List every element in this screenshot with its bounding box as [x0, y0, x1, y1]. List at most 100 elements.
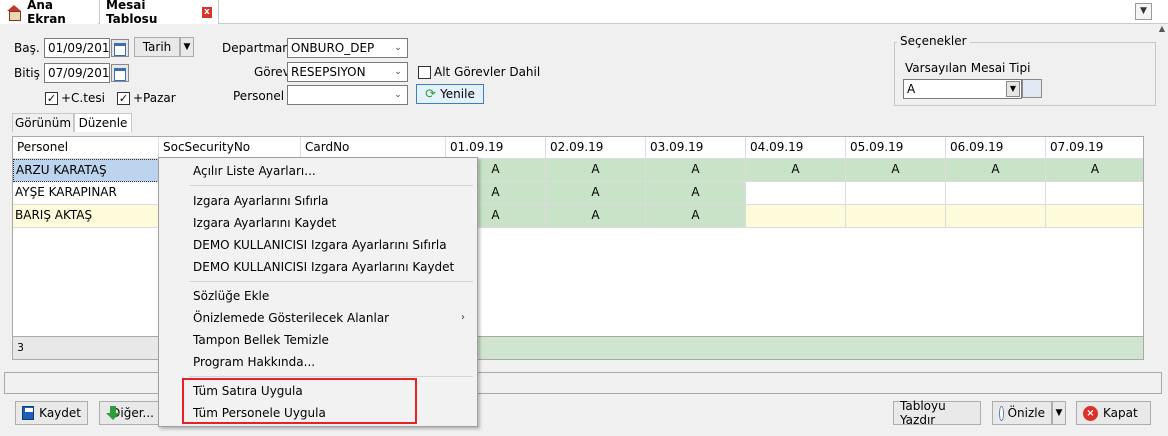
column-header[interactable]: 06.09.19	[946, 137, 1046, 159]
menu-item-preview-fields-label: Önizlemede Gösterilecek Alanlar	[193, 311, 390, 325]
end-date-label: Bitiş	[14, 66, 40, 80]
column-header[interactable]: CardNo	[301, 137, 446, 159]
default-type-value: A	[907, 82, 916, 96]
default-type-label: Varsayılan Mesai Tipi	[905, 61, 1031, 75]
row-count: 3	[13, 336, 159, 359]
shift-cell[interactable]: A	[646, 205, 746, 228]
tab-edit[interactable]: Düzenle	[74, 113, 132, 132]
shift-cell[interactable]	[846, 182, 946, 205]
tab-home[interactable]: Ana Ekran	[0, 0, 98, 26]
chevron-down-icon: ▼	[1006, 81, 1020, 97]
shift-cell[interactable]: A	[546, 205, 646, 228]
column-header[interactable]: Personel	[13, 137, 159, 159]
default-type-select[interactable]: A ▼	[903, 79, 1022, 99]
shift-cell[interactable]	[946, 205, 1046, 228]
column-header[interactable]: 02.09.19	[546, 137, 646, 159]
department-label: Departman	[222, 41, 290, 55]
shift-cell[interactable]: A	[546, 159, 646, 182]
preview-button-label: Önizle	[1007, 406, 1045, 420]
shift-cell[interactable]: A	[946, 159, 1046, 182]
chevron-right-icon: ›	[461, 312, 465, 323]
shift-cell[interactable]: A	[746, 159, 846, 182]
position-value: RESEPSIYON	[291, 65, 366, 79]
scroll-up-icon[interactable]: ▲	[1156, 24, 1168, 40]
menu-item-save-grid[interactable]: Izgara Ayarlarını Kaydet	[161, 212, 475, 234]
column-header[interactable]: 07.09.19	[1046, 137, 1143, 159]
calendar-icon[interactable]	[111, 39, 129, 57]
refresh-icon: ⟳	[425, 86, 437, 102]
chevron-down-icon: ⌄	[394, 90, 402, 100]
end-date-input[interactable]: 07/09/2019	[44, 63, 110, 83]
table-row-name[interactable]: ARZU KARATAŞ	[13, 159, 159, 182]
calendar-icon[interactable]	[111, 64, 129, 82]
shift-cell[interactable]: A	[646, 182, 746, 205]
sunday-label: +Pazar	[133, 91, 176, 105]
save-icon	[22, 406, 35, 420]
close-tab-icon[interactable]: x	[201, 6, 212, 18]
tab-view[interactable]: Görünüm	[12, 113, 74, 132]
menu-separator	[189, 376, 473, 377]
lookup-icon[interactable]	[1022, 79, 1042, 98]
department-select[interactable]: ONBURO_DEP ⌄	[287, 38, 408, 58]
shift-cell[interactable]	[746, 182, 846, 205]
saturday-label: +C.tesi	[61, 91, 105, 105]
personnel-select[interactable]: ⌄	[287, 85, 408, 105]
refresh-button-label: Yenile	[440, 87, 475, 101]
menu-item-demo-reset-grid[interactable]: DEMO KULLANICISI Izgara Ayarlarını Sıfır…	[161, 234, 475, 256]
personnel-label: Personel	[233, 89, 285, 103]
table-row-name[interactable]: AYŞE KARAPINAR	[13, 182, 159, 205]
refresh-button[interactable]: ⟳ Yenile	[416, 84, 484, 104]
shift-cell[interactable]	[746, 205, 846, 228]
home-icon	[6, 5, 22, 21]
chevron-down-icon[interactable]: ▼	[1052, 401, 1066, 425]
sub-positions-checkbox[interactable]	[418, 66, 431, 79]
close-button-label: Kapat	[1103, 406, 1138, 420]
menu-item-dropdown-settings[interactable]: Açılır Liste Ayarları...	[161, 160, 475, 182]
menu-item-demo-save-grid[interactable]: DEMO KULLANICISI Izgara Ayarlarını Kayde…	[161, 256, 475, 278]
table-row-name[interactable]: BARIŞ AKTAŞ	[13, 205, 159, 228]
print-table-button[interactable]: Tabloyu Yazdır	[893, 399, 981, 427]
shift-cell[interactable]: A	[646, 159, 746, 182]
saturday-checkbox[interactable]: ✓	[45, 92, 58, 105]
shift-cell[interactable]	[1046, 182, 1143, 205]
sunday-checkbox[interactable]: ✓	[117, 92, 130, 105]
menu-item-about[interactable]: Program Hakkında...	[161, 351, 475, 373]
start-date-label: Baş.	[14, 41, 40, 55]
menu-item-clear-cache[interactable]: Tampon Bellek Temizle	[161, 329, 475, 351]
shift-cell[interactable]: A	[546, 182, 646, 205]
shift-cell[interactable]	[846, 205, 946, 228]
position-select[interactable]: RESEPSIYON ⌄	[287, 62, 408, 82]
options-title: Seçenekler	[897, 34, 970, 48]
other-button[interactable]: Diğer...	[99, 401, 161, 425]
save-button[interactable]: Kaydet	[15, 401, 88, 425]
position-label: Görev	[254, 65, 290, 79]
highlight-box	[182, 378, 417, 424]
chevron-down-icon: ⌄	[394, 43, 402, 53]
close-icon: ×	[1083, 405, 1098, 421]
shift-cell[interactable]	[946, 182, 1046, 205]
chevron-down-icon: ⌄	[394, 67, 402, 77]
close-button[interactable]: × Kapat	[1076, 401, 1151, 425]
column-header[interactable]: 04.09.19	[746, 137, 846, 159]
column-header[interactable]: 01.09.19	[446, 137, 546, 159]
menu-separator	[189, 281, 473, 282]
column-header[interactable]: 03.09.19	[646, 137, 746, 159]
tab-shift-table[interactable]: Mesai Tablosu x	[99, 0, 219, 26]
shift-cell[interactable]: A	[1046, 159, 1143, 182]
chevron-down-icon[interactable]: ▼	[1135, 3, 1152, 20]
sort-date-button[interactable]: Tarih	[134, 37, 180, 57]
menu-item-add-dictionary[interactable]: Sözlüğe Ekle	[161, 285, 475, 307]
tab-home-label: Ana Ekran	[27, 0, 66, 26]
menu-item-reset-grid[interactable]: Izgara Ayarlarını Sıfırla	[161, 190, 475, 212]
save-button-label: Kaydet	[39, 406, 81, 420]
department-value: ONBURO_DEP	[291, 41, 375, 55]
column-header[interactable]: SocSecurityNo	[159, 137, 301, 159]
shift-cell[interactable]	[1046, 205, 1143, 228]
menu-item-preview-fields[interactable]: Önizlemede Gösterilecek Alanlar ›	[161, 307, 475, 329]
tab-shift-table-label: Mesai Tablosu	[106, 0, 158, 26]
preview-button[interactable]: Önizle	[992, 401, 1052, 425]
chevron-down-icon[interactable]: ▼	[180, 37, 194, 57]
shift-cell[interactable]: A	[846, 159, 946, 182]
start-date-input[interactable]: 01/09/2019	[44, 38, 110, 58]
column-header[interactable]: 05.09.19	[846, 137, 946, 159]
